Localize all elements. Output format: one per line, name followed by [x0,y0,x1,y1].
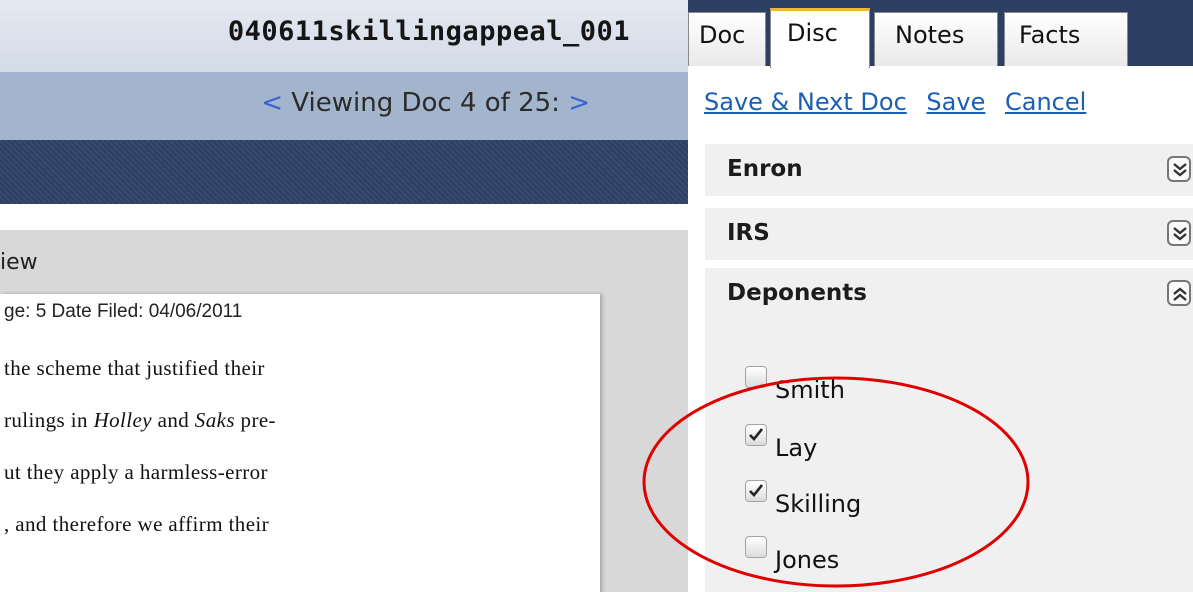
document-viewer: 040611skillingappeal_001 < Viewing Doc 4… [0,0,688,592]
chevron-double-down-icon[interactable] [1167,156,1191,182]
red-annotation-ellipse [642,376,1030,588]
tab-doc[interactable]: Doc [688,12,766,66]
panel-tab-strip: Doc Disc Notes Facts [688,0,1193,68]
tab-disc[interactable]: Disc [770,8,870,68]
document-text-line: rulings in Holley and Saks pre- [4,408,276,433]
previous-doc-arrow[interactable]: < [261,88,283,118]
document-page: ge: 5 Date Filed: 04/06/2011 the scheme … [0,294,600,592]
document-navigation: < Viewing Doc 4 of 25: > [261,88,590,118]
chevron-double-up-icon[interactable] [1167,280,1191,306]
viewer-spacer [0,204,688,230]
section-label: Enron [727,156,803,182]
viewer-toolbar-band [0,140,688,204]
document-text-line: the scheme that justified their [4,356,265,380]
save-and-next-doc-link[interactable]: Save & Next Doc [704,88,907,116]
viewing-doc-status: Viewing Doc 4 of 25: [291,88,560,118]
document-navigation-bar: < Viewing Doc 4 of 25: > [0,72,688,140]
document-title: 040611skillingappeal_001 [227,16,630,47]
page-meta: ge: 5 Date Filed: 04/06/2011 [4,301,243,322]
chevron-double-down-icon[interactable] [1167,220,1191,246]
document-text-line-formatted: rulings in Holley and Saks pre- [4,408,276,432]
section-enron[interactable]: Enron [705,144,1193,198]
section-label: Deponents [727,280,867,306]
section-irs[interactable]: IRS [705,208,1193,262]
save-link[interactable]: Save [926,88,985,116]
cancel-link[interactable]: Cancel [1005,88,1086,116]
next-doc-arrow[interactable]: > [568,88,590,118]
document-text-line: ut they apply a harmless-error [4,460,268,484]
section-deponents[interactable]: Deponents [705,268,1193,322]
action-links: Save & Next Doc Save Cancel [704,88,1098,116]
tab-facts[interactable]: Facts [1004,12,1128,66]
section-label: IRS [727,220,770,246]
tab-notes[interactable]: Notes [874,12,998,66]
view-label: iew [0,250,38,275]
document-text-line: , and therefore we affirm their [4,512,270,536]
document-title-bar: 040611skillingappeal_001 [0,0,688,72]
